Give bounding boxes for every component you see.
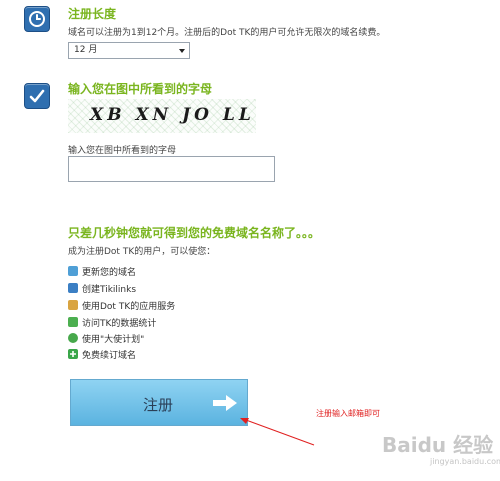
shield-check-icon bbox=[68, 333, 78, 343]
arrow-right-icon bbox=[212, 393, 238, 417]
benefit-label: 创建Tikilinks bbox=[82, 284, 137, 295]
captcha-title: 输入您在图中所看到的字母 bbox=[68, 82, 213, 96]
benefit-label: 免费续订域名 bbox=[82, 350, 137, 361]
benefit-item: 创建Tikilinks bbox=[68, 281, 136, 295]
annotation-arrow bbox=[240, 418, 315, 446]
benefit-label: 更新您的域名 bbox=[82, 267, 137, 278]
benefit-label: 使用"大使计划" bbox=[82, 334, 145, 345]
benefit-item: 使用"大使计划" bbox=[68, 331, 144, 345]
plus-icon bbox=[68, 349, 78, 359]
captcha-text: XB XN JO LL bbox=[90, 105, 255, 125]
benefit-label: 使用Dot TK的应用服务 bbox=[82, 301, 176, 312]
benefits-title: 只差几秒钟您就可得到您的免费域名名称了。。。 bbox=[68, 226, 321, 240]
chevron-down-icon bbox=[179, 49, 185, 53]
refresh-icon bbox=[68, 266, 78, 276]
benefit-label: 访问TK的数据统计 bbox=[82, 318, 157, 329]
benefit-item: 免费续订域名 bbox=[68, 347, 136, 361]
baidu-watermark: Baidu 经验 bbox=[382, 433, 494, 457]
box-icon bbox=[68, 300, 78, 310]
captcha-input-label: 输入您在图中所看到的字母 bbox=[68, 146, 177, 156]
captcha-input[interactable] bbox=[68, 156, 275, 182]
benefit-item: 更新您的域名 bbox=[68, 264, 136, 278]
benefit-item: 访问TK的数据统计 bbox=[68, 315, 156, 329]
link-icon bbox=[68, 283, 78, 293]
duration-description: 域名可以注册为1到12个月。注册后的Dot TK的用户可允许无限次的域名续费。 bbox=[68, 28, 386, 38]
duration-select-value: 12 月 bbox=[74, 45, 98, 55]
duration-select[interactable]: 12 月 bbox=[68, 42, 190, 59]
duration-title: 注册长度 bbox=[68, 7, 117, 21]
captcha-image: XB XN JO LL bbox=[68, 99, 256, 133]
register-button[interactable]: 注册 bbox=[70, 379, 248, 426]
clock-icon bbox=[24, 6, 50, 32]
benefits-intro: 成为注册Dot TK的用户，可以使您： bbox=[68, 247, 216, 257]
register-button-label: 注册 bbox=[143, 396, 174, 414]
chart-icon bbox=[68, 317, 78, 327]
annotation-text: 注册输入邮箱即可 bbox=[316, 409, 380, 418]
baidu-watermark-url: jingyan.baidu.com bbox=[430, 457, 500, 466]
checkmark-icon bbox=[24, 83, 50, 109]
benefit-item: 使用Dot TK的应用服务 bbox=[68, 298, 175, 312]
